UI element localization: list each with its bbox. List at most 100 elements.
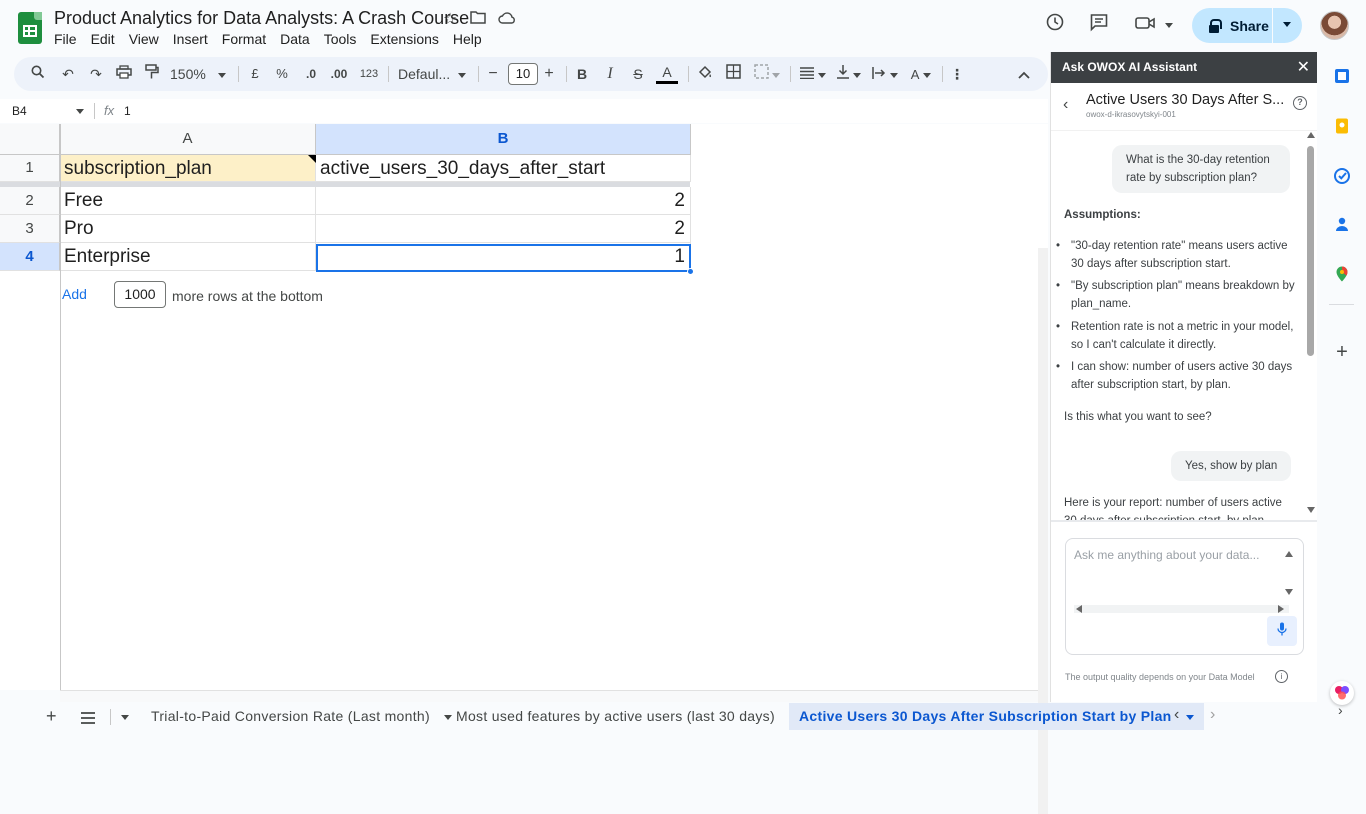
paint-format-icon[interactable] [142,64,162,84]
header-cell-active-users[interactable]: active_users_30_days_after_start [316,155,691,182]
menu-format[interactable]: Format [222,31,273,47]
sheet-tab-trial-to-paid[interactable]: Trial-to-Paid Conversion Rate (Last mont… [151,703,453,730]
header-cell-subscription-plan[interactable]: subscription_plan [60,155,316,182]
select-all-corner[interactable] [0,124,60,155]
strikethrough-button[interactable]: S [630,64,646,84]
row-header-1[interactable]: 1 [0,155,60,182]
input-scroll-left-icon[interactable] [1076,605,1082,613]
chat-scroll-down-icon[interactable] [1307,507,1315,513]
info-icon[interactable]: i [1275,670,1288,683]
bold-button[interactable]: B [574,64,590,84]
get-addons-icon[interactable]: + [1334,342,1350,362]
formula-input[interactable]: 1 [124,104,131,118]
input-scroll-down-icon[interactable] [1285,589,1293,595]
cloud-status-icon[interactable] [497,10,517,30]
scroll-tabs-left-icon[interactable]: ‹ [1174,706,1179,724]
text-rotation-icon[interactable]: A [906,64,936,84]
move-folder-icon[interactable] [468,10,488,30]
input-scroll-right-icon[interactable] [1278,605,1284,613]
column-header-b[interactable]: B [316,124,691,155]
chat-messages[interactable]: What is the 30-day retention rate by sub… [1051,130,1318,520]
sheet-tab-chevron-down-icon[interactable] [1185,714,1194,720]
row-header-3[interactable]: 3 [0,215,60,243]
format-currency-button[interactable]: £ [248,64,262,84]
row-header-4[interactable]: 4 [0,243,60,271]
share-button[interactable]: Share [1192,8,1302,43]
comments-icon[interactable] [1086,12,1112,38]
zoom-select[interactable]: 150% [170,64,228,84]
horizontal-align-icon[interactable] [798,64,828,84]
format-percent-button[interactable]: % [274,64,290,84]
row-header-2[interactable]: 2 [0,187,60,215]
help-icon[interactable]: ? [1293,96,1307,110]
decrease-font-size-button[interactable]: − [486,64,500,84]
sheets-logo-icon[interactable] [18,12,42,44]
sheet-tab-active-users[interactable]: Active Users 30 Days After Subscription … [789,703,1204,730]
tasks-icon[interactable] [1334,168,1350,184]
text-wrapping-icon[interactable] [870,64,900,84]
sheet-list-chevron-down-icon[interactable] [121,715,129,720]
print-icon[interactable] [114,64,134,84]
table-row[interactable]: Pro [60,215,316,243]
maps-icon[interactable] [1334,266,1350,282]
star-icon[interactable]: ☆ [440,10,460,30]
merge-cells-icon[interactable] [752,64,782,84]
increase-font-size-button[interactable]: + [542,64,556,84]
collapse-toolbar-chevron-up-icon[interactable] [1014,64,1034,84]
more-options-icon[interactable]: ⋮ [950,64,964,84]
scroll-tabs-right-icon[interactable]: › [1210,706,1215,724]
add-sheet-icon[interactable]: + [46,706,57,727]
menu-edit[interactable]: Edit [91,31,122,47]
expand-side-panel-chevron-icon[interactable]: › [1338,702,1343,718]
chat-input-box[interactable]: Ask me anything about your data... [1065,538,1304,655]
fill-handle[interactable] [687,268,694,275]
name-box-chevron-down-icon[interactable] [76,109,84,114]
menu-help[interactable]: Help [453,31,489,47]
keep-icon[interactable] [1334,118,1350,134]
contacts-icon[interactable] [1334,216,1350,232]
table-row[interactable]: 2 [316,187,691,215]
all-sheets-icon[interactable] [81,708,95,729]
grid-horizontal-scrollbar[interactable] [60,690,1038,702]
avatar[interactable] [1320,11,1349,40]
increase-decimal-button[interactable]: .00 [328,64,350,84]
sheet-tab-chevron-down-icon[interactable] [444,714,453,720]
search-menus-icon[interactable] [28,64,48,84]
meet-icon[interactable] [1134,12,1174,38]
font-size-input[interactable]: 10 [508,63,538,85]
version-history-icon[interactable] [1042,12,1068,38]
chat-scrollbar-thumb[interactable] [1307,146,1314,356]
undo-icon[interactable]: ↶ [58,64,78,84]
redo-icon[interactable]: ↷ [86,64,106,84]
font-select[interactable]: Defaul... [398,64,470,84]
back-chevron-icon[interactable]: ‹ [1063,96,1068,114]
menu-file[interactable]: File [54,31,84,47]
italic-button[interactable]: I [602,64,618,84]
fill-color-icon[interactable] [696,64,714,84]
share-options-chevron-icon[interactable] [1283,22,1291,27]
table-row[interactable]: Enterprise [60,243,316,271]
table-row[interactable]: Free [60,187,316,215]
table-row[interactable]: 2 [316,215,691,243]
menu-tools[interactable]: Tools [324,31,364,47]
chat-scroll-up-icon[interactable] [1307,132,1315,138]
text-color-button[interactable]: A [656,64,678,84]
close-icon[interactable]: ✕ [1297,52,1310,83]
sheet-tab-most-used-features[interactable]: Most used features by active users (last… [456,703,798,730]
name-box[interactable]: B4 [12,104,27,118]
menu-data[interactable]: Data [280,31,317,47]
vertical-align-icon[interactable] [834,64,864,84]
sheets-addon-icon[interactable] [1334,68,1350,84]
menu-insert[interactable]: Insert [173,31,215,47]
menu-extensions[interactable]: Extensions [370,31,445,47]
microphone-icon[interactable] [1267,616,1297,646]
column-header-a[interactable]: A [60,124,316,155]
decrease-decimal-button[interactable]: .0 [300,64,322,84]
borders-icon[interactable] [724,64,742,84]
more-formats-button[interactable]: 123 [358,64,380,84]
input-scroll-up-icon[interactable] [1285,551,1293,557]
add-rows-button[interactable]: Add [62,286,87,302]
menu-view[interactable]: View [129,31,166,47]
add-rows-count-input[interactable]: 1000 [114,281,166,308]
document-title[interactable]: Product Analytics for Data Analysts: A C… [54,8,469,29]
